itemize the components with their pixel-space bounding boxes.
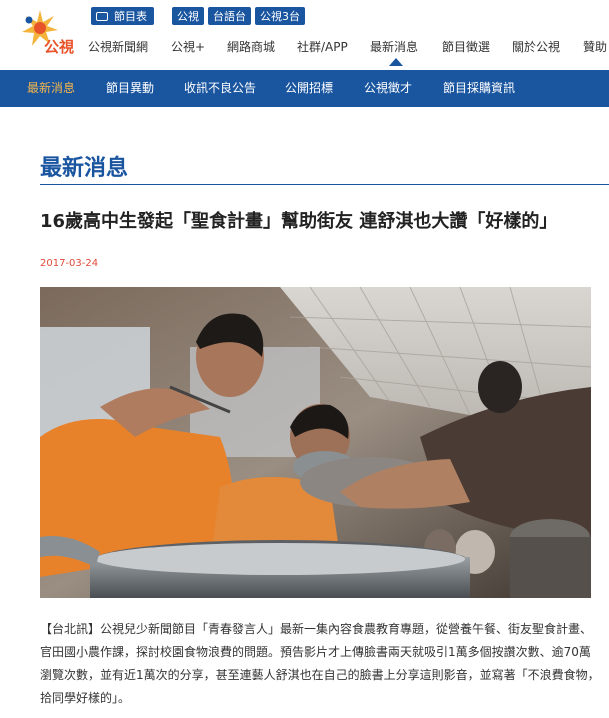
subnav-item-reception-notice[interactable]: 收訊不良公告 [184,70,256,107]
nav-item-social-app[interactable]: 社群/APP [297,38,348,55]
subnav-item-schedule-changes[interactable]: 節目異動 [106,70,154,107]
pts-logo[interactable]: 公視 [14,6,76,60]
channel-pts[interactable]: 公視 [172,7,204,25]
logo-text: 公視 [44,38,75,56]
subnav-item-careers[interactable]: 公視徵才 [364,70,412,107]
article-date: 2017-03-24 [40,258,99,269]
nav-item-news[interactable]: 公視新聞網 [88,38,148,55]
site-header: 公視 節目表 公視 台語台 公視3台 公視新聞網 公視+ 網路商城 社群/APP… [0,0,609,70]
article-photo-illustration [40,287,591,598]
nav-item-sponsor[interactable]: 贊助 [583,38,607,55]
subnav-item-latest-news[interactable]: 最新消息 [27,70,75,107]
article-headline: 16歲高中生發起「聖食計畫」幫助街友 連舒淇也大讚「好樣的」 [40,211,558,232]
nav-item-latest-news[interactable]: 最新消息 [370,38,418,55]
nav-item-shop[interactable]: 網路商城 [227,38,275,55]
article-photo [40,287,591,598]
article-body: 【台北訊】公視兒少新聞節目「青春發言人」最新一集內容食農教育專題，從營養午餐、街… [40,622,600,705]
sub-nav: 最新消息 節目異動 收訊不良公告 公開招標 公視徵才 節目採購資訊 [0,70,609,107]
nav-item-auditions[interactable]: 節目徵選 [442,38,490,55]
nav-item-ptsplus[interactable]: 公視+ [171,38,205,55]
channel-links: 公視 台語台 公視3台 [172,7,305,25]
section-title: 最新消息 [40,156,129,181]
subnav-item-procurement[interactable]: 節目採購資訊 [443,70,515,107]
tv-icon [96,11,108,21]
channel-taigi[interactable]: 台語台 [208,7,251,25]
nav-item-about[interactable]: 關於公視 [512,38,560,55]
section-divider [40,184,609,185]
tv-guide-button[interactable]: 節目表 [91,7,154,25]
tv-guide-label: 節目表 [114,10,147,23]
subnav-item-tenders[interactable]: 公開招標 [285,70,333,107]
active-nav-caret [389,58,403,66]
channel-pts3[interactable]: 公視3台 [255,7,305,25]
